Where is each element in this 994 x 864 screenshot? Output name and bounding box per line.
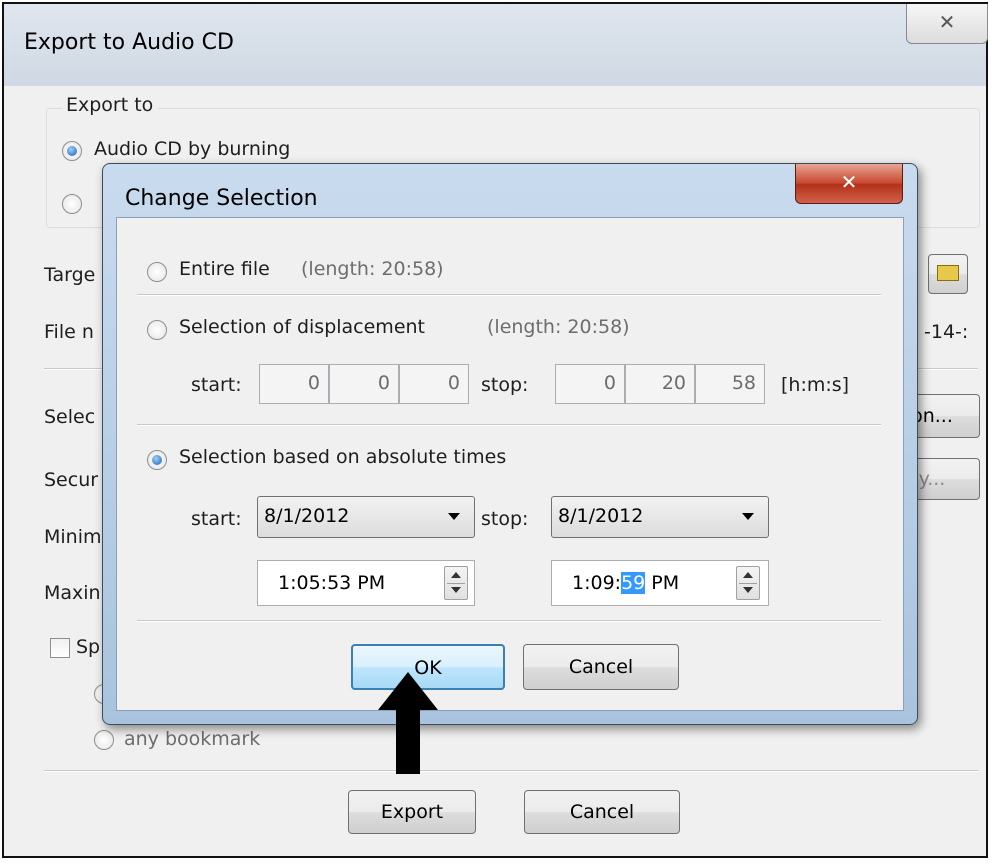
inner-cancel-button[interactable]: Cancel xyxy=(523,644,679,690)
spin-divider xyxy=(739,583,757,584)
close-icon: ✕ xyxy=(938,10,956,34)
change-selection-title: Change Selection xyxy=(125,186,318,211)
any-bookmark-radio[interactable] xyxy=(94,730,114,750)
any-bookmark-label: any bookmark xyxy=(124,728,261,750)
separator-displacement xyxy=(137,424,881,426)
separator-absolute xyxy=(137,620,881,622)
split-label: Sp xyxy=(76,636,101,658)
entire-file-radio[interactable] xyxy=(147,262,167,282)
export-option-2-radio[interactable] xyxy=(62,194,82,214)
close-icon: ✕ xyxy=(840,170,858,194)
target-label: Targe xyxy=(44,264,96,286)
entire-file-label: Entire file xyxy=(179,258,270,280)
disp-start-minutes[interactable]: 0 xyxy=(329,364,399,404)
disp-start-hours[interactable]: 0 xyxy=(259,364,329,404)
disp-start-seconds[interactable]: 0 xyxy=(399,364,469,404)
outer-window-title: Export to Audio CD xyxy=(24,30,234,55)
spin-down-icon xyxy=(743,587,753,593)
stop-time-spinner[interactable] xyxy=(736,566,760,600)
disp-stop-minutes[interactable]: 20 xyxy=(625,364,695,404)
stop-time-seconds-selected[interactable]: 59 xyxy=(621,572,646,594)
file-name-value-fragment: -14-: xyxy=(924,321,969,343)
export-button[interactable]: Export xyxy=(348,790,476,834)
stop-time-prefix: 1:09: xyxy=(572,572,622,594)
displacement-length: (length: 20:58) xyxy=(487,316,630,338)
stop-date-value: 8/1/2012 xyxy=(558,505,644,527)
folder-icon xyxy=(937,265,959,281)
minimum-label: Minim xyxy=(44,526,102,548)
maximum-label: Maxin xyxy=(44,582,101,604)
spin-down-icon xyxy=(451,587,461,593)
selection-label: Selec xyxy=(44,406,96,428)
absolute-times-radio[interactable] xyxy=(147,450,167,470)
change-selection-dialog: Change Selection ✕ Entire file (length: … xyxy=(102,163,918,725)
inner-close-button[interactable]: ✕ xyxy=(795,164,903,204)
browse-folder-button[interactable] xyxy=(928,254,968,294)
spin-up-icon xyxy=(451,572,461,578)
abs-stop-label: stop: xyxy=(481,508,529,530)
chevron-down-icon xyxy=(742,513,754,520)
outer-close-button[interactable]: ✕ xyxy=(906,4,988,44)
start-date-combo[interactable]: 8/1/2012 xyxy=(257,496,475,538)
annotation-arrow-icon xyxy=(378,672,438,774)
audio-cd-burning-radio[interactable] xyxy=(62,141,82,161)
disp-stop-label: stop: xyxy=(481,374,529,396)
outer-separator-2 xyxy=(44,770,978,772)
audio-cd-burning-label: Audio CD by burning xyxy=(94,138,291,160)
start-time-spinner[interactable] xyxy=(444,566,468,600)
stop-time-value: 1:09:59 PM xyxy=(572,563,679,603)
start-time-field[interactable]: 1:05:53 PM xyxy=(257,560,475,606)
outer-cancel-button[interactable]: Cancel xyxy=(524,790,680,834)
stop-time-suffix: PM xyxy=(645,572,680,594)
disp-stop-hours[interactable]: 0 xyxy=(555,364,625,404)
file-name-label: File n xyxy=(44,321,94,343)
hms-unit-label: [h:m:s] xyxy=(781,374,850,396)
stop-time-field[interactable]: 1:09:59 PM xyxy=(551,560,769,606)
disp-stop-seconds[interactable]: 58 xyxy=(695,364,765,404)
displacement-label: Selection of displacement xyxy=(179,316,425,338)
entire-file-length: (length: 20:58) xyxy=(301,258,444,280)
export-to-group-label: Export to xyxy=(62,94,158,116)
displacement-radio[interactable] xyxy=(147,320,167,340)
spin-divider xyxy=(447,583,465,584)
spin-up-icon xyxy=(743,572,753,578)
start-time-value: 1:05:53 PM xyxy=(278,572,386,594)
security-label: Secur xyxy=(44,469,99,491)
disp-start-label: start: xyxy=(191,374,242,396)
outer-title-bar: Export to Audio CD ✕ xyxy=(4,4,988,86)
absolute-times-label: Selection based on absolute times xyxy=(179,446,507,468)
separator-entire-file xyxy=(137,294,881,296)
split-checkbox[interactable] xyxy=(50,638,70,658)
start-date-value: 8/1/2012 xyxy=(264,505,350,527)
chevron-down-icon xyxy=(448,513,460,520)
abs-start-label: start: xyxy=(191,508,242,530)
change-selection-body: Entire file (length: 20:58) Selection of… xyxy=(116,217,904,711)
stop-date-combo[interactable]: 8/1/2012 xyxy=(551,496,769,538)
